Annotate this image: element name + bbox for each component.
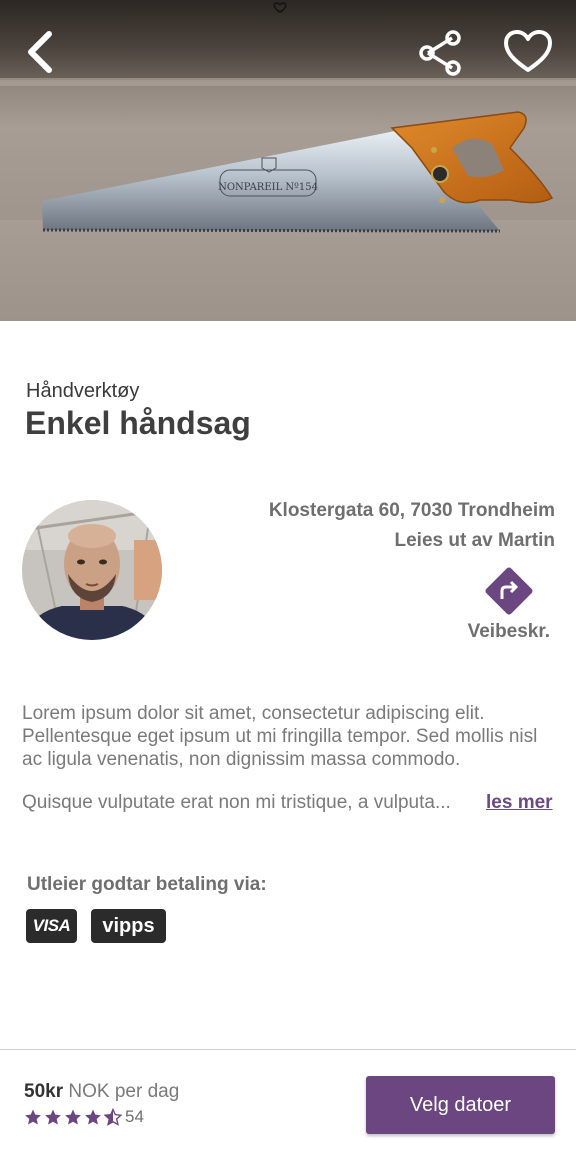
payment-label: Utleier godtar betaling via:	[27, 874, 267, 895]
rating-count: 54	[125, 1107, 144, 1126]
select-dates-button[interactable]: Velg datoer	[366, 1076, 555, 1134]
price-unit: NOK per dag	[63, 1081, 180, 1102]
item-title: Enkel håndsag	[25, 405, 251, 441]
footer-divider	[0, 1049, 576, 1050]
price-amount: 50kr	[24, 1081, 64, 1102]
star-icon	[65, 1109, 81, 1125]
description-text: Lorem ipsum dolor sit amet, consectetur …	[22, 703, 538, 770]
visa-logo: VISA	[26, 909, 77, 943]
lender-name: Leies ut av Martin	[394, 530, 556, 551]
share-button[interactable]	[416, 28, 466, 78]
product-image: NONPAREIL Nº154	[0, 0, 576, 321]
chevron-left-icon	[28, 31, 52, 73]
star-icon	[85, 1109, 101, 1125]
owner-avatar[interactable]	[22, 500, 162, 640]
item-category: Håndverktøy	[26, 380, 140, 402]
star-icon	[25, 1109, 41, 1125]
share-icon	[419, 30, 461, 76]
directions-label[interactable]: Veibeskr.	[468, 621, 550, 643]
small-heart-icon	[273, 2, 287, 14]
vipps-logo: vipps	[91, 909, 166, 943]
read-more-link[interactable]: les mer	[486, 792, 553, 814]
star-icon	[45, 1109, 61, 1125]
rating: 54	[24, 1107, 144, 1127]
directions-icon[interactable]	[484, 566, 534, 616]
item-address: Klostergata 60, 7030 Trondheim	[268, 500, 555, 521]
price: 50kr NOK per dag	[24, 1081, 179, 1103]
star-half-icon	[104, 1108, 122, 1126]
back-button[interactable]	[18, 28, 62, 76]
image-background-seam	[0, 78, 576, 86]
saw-illustration: NONPAREIL Nº154	[42, 111, 554, 233]
image-background	[0, 0, 576, 80]
favorite-button[interactable]	[502, 28, 554, 76]
saw-brand-engraving: NONPAREIL Nº154	[218, 182, 318, 193]
owner-avatar-photo	[22, 500, 162, 640]
heart-icon	[504, 30, 552, 72]
description-excerpt: Quisque vulputate erat non mi tristique,…	[22, 792, 451, 813]
